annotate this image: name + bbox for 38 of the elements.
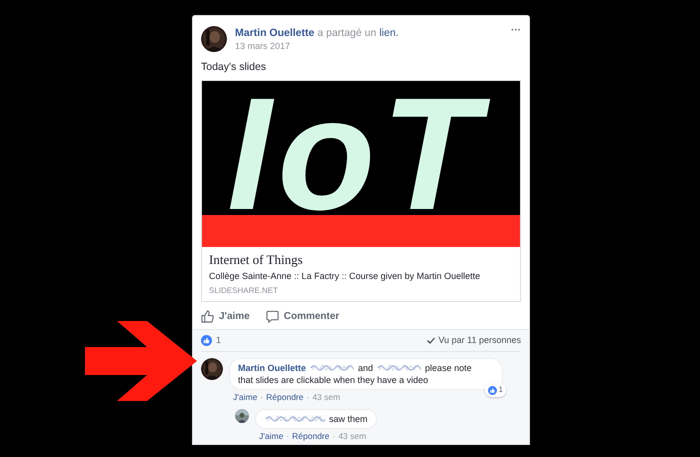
author-link[interactable]: Martin Ouellette	[238, 362, 306, 374]
slide-title: IoT	[227, 93, 495, 215]
comment-text: please note	[425, 362, 472, 374]
like-reaction-icon	[488, 386, 497, 394]
reply-link[interactable]: Répondre	[266, 392, 304, 403]
link-domain: SLIDESHARE.NET	[209, 285, 278, 296]
checkmark-icon	[427, 337, 436, 344]
post-text: Today's slides	[200, 60, 268, 74]
comment-text: and	[358, 362, 374, 374]
reply-link[interactable]: Répondre	[292, 431, 330, 442]
thumbs-up-icon	[201, 310, 214, 322]
reaction-count: 1	[498, 384, 503, 396]
like-reaction-icon[interactable]	[201, 335, 212, 346]
reaction-badge[interactable]: 1	[484, 383, 506, 397]
separator-dot: ·	[332, 431, 336, 442]
redacted-name-icon	[377, 363, 422, 373]
like-link[interactable]: J'aime	[259, 431, 284, 442]
reaction-count[interactable]: 1	[216, 334, 222, 348]
arrow-icon	[85, 321, 197, 401]
comment-text: saw them	[329, 413, 368, 425]
action-text: a partagé un	[317, 27, 376, 40]
more-options-icon[interactable]: ···	[511, 26, 521, 36]
link-text[interactable]: lien.	[379, 27, 399, 40]
link-title: Internet of Things	[209, 252, 303, 268]
separator-dot: ·	[286, 431, 290, 442]
like-link[interactable]: J'aime	[233, 392, 258, 403]
redacted-name-icon	[310, 363, 354, 373]
speech-bubble-icon	[266, 310, 279, 322]
comment-text: that slides are clickable when they have a video	[238, 374, 428, 386]
redacted-name-icon	[265, 414, 325, 424]
seen-by-text[interactable]: Vu par 11 personnes	[438, 334, 521, 348]
author-link[interactable]: Martin Ouellette	[235, 27, 314, 40]
action-link[interactable]: J'aime	[201, 308, 250, 324]
separator-dot: ·	[306, 392, 310, 403]
link-description: Collège Sainte-Anne :: La Factry :: Course given by Martin Ouellette	[209, 270, 480, 282]
separator-dot: ·	[260, 392, 264, 403]
action-link[interactable]: Commenter	[266, 308, 340, 324]
link-preview-card[interactable]: IoT Internet of Things Collège Sainte-Anne :: La Factry :: Course given by Martin Ouellette SLIDESHARE.NET	[201, 80, 521, 302]
